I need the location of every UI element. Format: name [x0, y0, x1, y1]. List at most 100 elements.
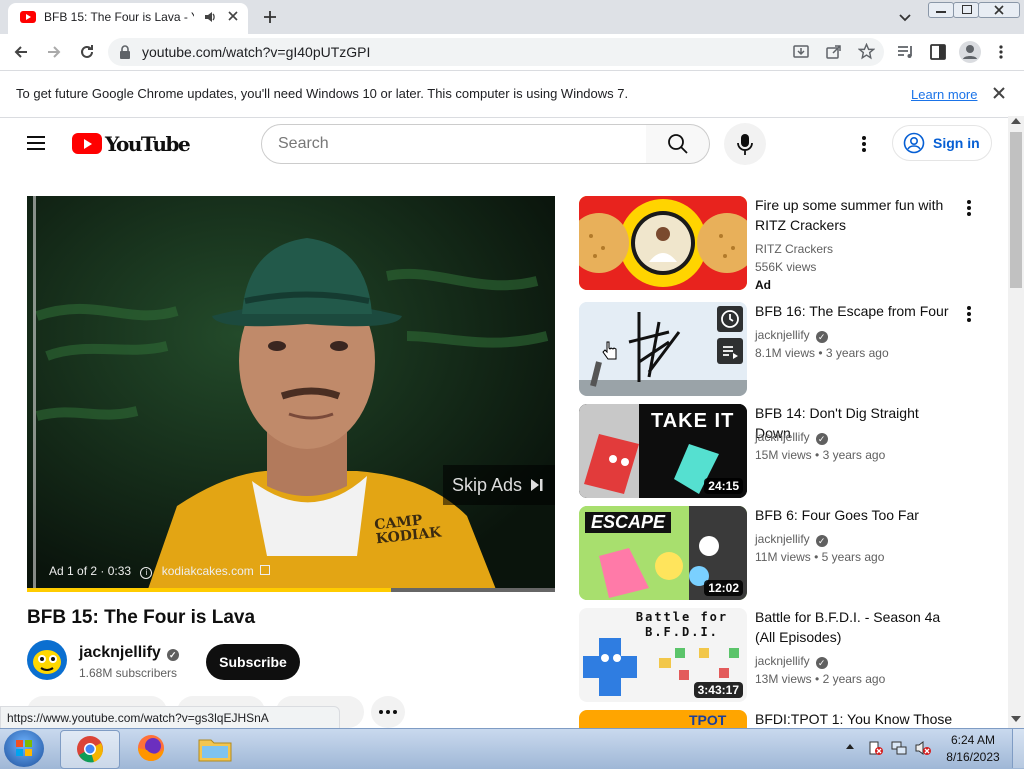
share-icon[interactable]: [826, 44, 842, 60]
install-app-icon[interactable]: [793, 44, 809, 60]
start-button[interactable]: [4, 730, 44, 767]
rec-channel-4[interactable]: jacknjellify ✓: [755, 654, 828, 669]
sign-in-label: Sign in: [933, 135, 980, 151]
rec-thumbnail-4[interactable]: Battle for B.F.D.I. 3:43:17: [579, 608, 747, 702]
verified-icon: ✓: [815, 657, 828, 669]
bookmark-star-icon[interactable]: [858, 43, 875, 60]
window-close-button[interactable]: [978, 2, 1020, 18]
rec-thumbnail-1[interactable]: [579, 302, 747, 396]
rec-menu-icon-0[interactable]: [962, 198, 976, 218]
rec-thumbnail-0[interactable]: [579, 196, 747, 290]
scroll-down-arrow-icon[interactable]: [1011, 716, 1021, 722]
settings-kebab-icon[interactable]: [861, 135, 867, 153]
youtube-logo[interactable]: YouTube: [72, 132, 191, 156]
rec-title-5[interactable]: BFDI:TPOT 1: You Know Those: [755, 709, 955, 728]
scroll-up-arrow-icon[interactable]: [1011, 118, 1021, 124]
watch-later-icon[interactable]: [717, 306, 743, 332]
speaker-icon[interactable]: [203, 10, 217, 24]
ad-info-icon[interactable]: i: [140, 567, 153, 579]
ad-progress-fill: [27, 588, 391, 592]
show-desktop-button[interactable]: [1012, 729, 1024, 768]
volume-muted-icon[interactable]: [914, 740, 932, 756]
external-link-icon[interactable]: [260, 565, 271, 575]
ad-info: Ad 1 of 2 · 0:33 i kodiakcakes.com: [49, 564, 271, 579]
ad-badge: Ad: [755, 278, 771, 292]
ad-video-frame: [27, 196, 555, 592]
sign-in-button[interactable]: Sign in: [892, 125, 992, 161]
rec-thumbnail-2[interactable]: TAKE IT 24:15: [579, 404, 747, 498]
video-player[interactable]: CAMP KODIAK Ad 1 of 2 · 0:33 i kodiakcak…: [27, 196, 555, 592]
media-controls-icon[interactable]: [897, 44, 915, 60]
search-button[interactable]: [646, 124, 710, 164]
rec-meta-4: 13M views • 2 years ago: [755, 672, 886, 686]
ad-counter: Ad 1 of 2 · 0:33: [49, 564, 132, 578]
tab-close-icon[interactable]: [226, 9, 240, 23]
url-text[interactable]: youtube.com/watch?v=gI40pUTzGPI: [142, 44, 370, 60]
voice-search-button[interactable]: [724, 123, 766, 165]
skip-ads-label: Skip Ads: [452, 475, 523, 495]
rec-channel-0[interactable]: RITZ Crackers: [755, 242, 833, 256]
more-actions-button[interactable]: [371, 696, 405, 728]
rec-title-4[interactable]: Battle for B.F.D.I. - Season 4a (All Epi…: [755, 607, 955, 647]
tray-show-hidden-icon[interactable]: [846, 744, 854, 749]
rec-thumbnail-3[interactable]: ESCAPE 12:02: [579, 506, 747, 600]
infobar-close-icon[interactable]: [992, 86, 1006, 100]
rec-channel-name-1: jacknjellify: [755, 328, 810, 342]
reload-icon[interactable]: [78, 43, 96, 61]
lock-icon[interactable]: [119, 45, 131, 59]
search-input[interactable]: Search: [261, 124, 647, 164]
rec-views-4: 13M views: [755, 672, 812, 686]
rec-thumbnail-5[interactable]: TPOT: [579, 710, 747, 728]
skip-ads-button[interactable]: Skip Ads: [443, 465, 555, 505]
taskbar-explorer[interactable]: [188, 730, 242, 767]
window-restore-button[interactable]: [953, 2, 979, 18]
thumb-text-4: Battle for B.F.D.I.: [635, 610, 729, 639]
taskbar-firefox[interactable]: [124, 730, 178, 767]
new-tab-icon[interactable]: [262, 9, 278, 25]
rec-menu-icon-1[interactable]: [962, 304, 976, 324]
forward-icon[interactable]: [45, 43, 63, 61]
channel-name[interactable]: jacknjellify ✓: [79, 644, 179, 662]
verified-icon: ✓: [815, 535, 828, 547]
channel-avatar[interactable]: [27, 640, 67, 680]
rec-views-0: 556K views: [755, 260, 817, 274]
ad-domain-link[interactable]: kodiakcakes.com: [162, 564, 254, 578]
action-center-icon[interactable]: [868, 740, 884, 756]
guide-menu-icon[interactable]: [26, 135, 46, 151]
verified-icon: ✓: [815, 433, 828, 445]
verified-icon: ✓: [166, 649, 179, 661]
rec-channel-1[interactable]: jacknjellify ✓: [755, 328, 828, 343]
tab-search-icon[interactable]: [898, 10, 912, 24]
rec-channel-3[interactable]: jacknjellify ✓: [755, 532, 828, 547]
side-panel-icon[interactable]: [930, 44, 946, 60]
rec-title-3[interactable]: BFB 6: Four Goes Too Far: [755, 505, 955, 525]
rec-title-0[interactable]: Fire up some summer fun with RITZ Cracke…: [755, 195, 955, 235]
rec-channel-name-2: jacknjellify: [755, 430, 810, 444]
youtube-wordmark: YouTube: [105, 132, 191, 156]
rec-channel-2[interactable]: jacknjellify ✓: [755, 430, 828, 445]
clock-time: 6:24 AM: [950, 733, 996, 747]
profile-avatar-icon[interactable]: [959, 41, 981, 63]
tab-title: BFB 15: The Four is Lava - YouTube: [44, 10, 194, 24]
account-icon: [903, 132, 925, 154]
add-to-queue-icon[interactable]: [717, 338, 743, 364]
infobar-message: To get future Google Chrome updates, you…: [16, 86, 629, 101]
channel-name-text: jacknjellify: [79, 644, 161, 661]
chrome-menu-icon[interactable]: [998, 44, 1004, 60]
rec-meta-2: 15M views • 3 years ago: [755, 448, 886, 462]
network-icon[interactable]: [891, 740, 907, 756]
rec-title-1[interactable]: BFB 16: The Escape from Four: [755, 301, 955, 321]
rec-meta-1: 8.1M views • 3 years ago: [755, 346, 889, 360]
learn-more-link[interactable]: Learn more: [911, 87, 977, 102]
back-icon[interactable]: [12, 43, 30, 61]
thumb-text-2: TAKE IT: [651, 410, 735, 432]
subscribe-button[interactable]: Subscribe: [206, 644, 300, 680]
subscriber-count: 1.68M subscribers: [79, 666, 178, 680]
rec-views-3: 11M views: [755, 550, 811, 564]
rec-age-2: 3 years ago: [822, 448, 886, 462]
window-minimize-button[interactable]: [928, 2, 954, 18]
clock[interactable]: 6:24 AM 8/16/2023: [940, 732, 1006, 766]
scrollbar-thumb[interactable]: [1010, 132, 1022, 288]
search-icon: [668, 134, 688, 154]
taskbar-chrome[interactable]: [60, 730, 120, 769]
